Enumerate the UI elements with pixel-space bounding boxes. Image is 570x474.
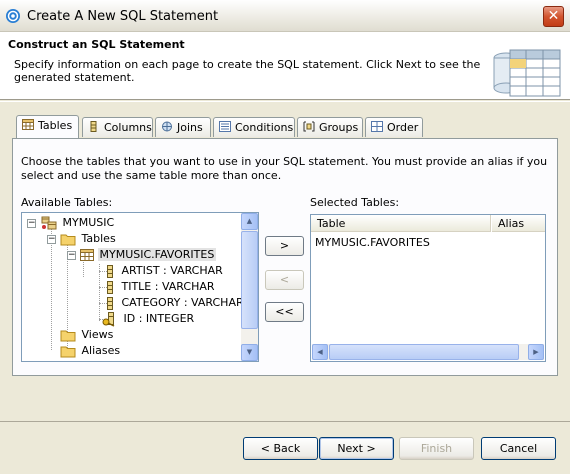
- tree-connector: [99, 264, 100, 321]
- tree-item-label: ID : INTEGER: [123, 312, 195, 325]
- tree-item-label: Aliases: [81, 344, 121, 357]
- tree-item-tables-folder[interactable]: Tables: [60, 231, 118, 247]
- collapse-toggle[interactable]: −: [47, 235, 56, 244]
- column-header-alias[interactable]: Alias: [492, 215, 545, 232]
- tab-label: Groups: [319, 121, 359, 134]
- columns-icon: [90, 121, 97, 132]
- table-icon: [22, 119, 34, 130]
- back-button[interactable]: < Back: [243, 437, 318, 460]
- header-separator: [0, 101, 570, 102]
- scroll-right-icon[interactable]: ▶: [528, 344, 544, 360]
- tree-item-category-column[interactable]: CATEGORY : VARCHAR: [104, 295, 246, 311]
- tab-label: Columns: [104, 121, 152, 134]
- key-column-icon: [102, 311, 115, 327]
- next-button[interactable]: Next >: [319, 437, 394, 460]
- tree-item-mymusic[interactable]: MYMUSIC: [41, 215, 116, 231]
- tab-groups[interactable]: Groups: [297, 117, 363, 137]
- column-header-table[interactable]: Table: [311, 215, 491, 232]
- tab-label: Joins: [177, 121, 203, 134]
- folder-icon: [60, 234, 76, 245]
- tab-columns[interactable]: Columns: [82, 117, 153, 137]
- collapse-toggle[interactable]: −: [27, 219, 36, 228]
- conditions-icon: [219, 121, 231, 132]
- tab-order[interactable]: Order: [365, 117, 423, 137]
- selected-tables-table[interactable]: Table Alias MYMUSIC.FAVORITES ◀ ▶: [310, 214, 546, 362]
- remove-table-button[interactable]: <: [265, 270, 304, 290]
- page-description: Specify information on each page to crea…: [14, 58, 481, 84]
- tree-item-title-column[interactable]: TITLE : VARCHAR: [104, 279, 217, 295]
- scroll-thumb[interactable]: [329, 344, 519, 360]
- instructions-text: Choose the tables that you want to use i…: [21, 155, 548, 182]
- database-icon: [41, 216, 57, 230]
- tree-vertical-scrollbar[interactable]: ▲ ▼: [241, 213, 258, 361]
- wizard-header: Construct an SQL Statement Specify infor…: [0, 32, 570, 100]
- available-tables-tree[interactable]: − MYMUSIC − Tables − MYMUSIC.FAVORITES A…: [21, 212, 259, 362]
- order-icon: [371, 121, 383, 132]
- finish-button[interactable]: Finish: [399, 437, 474, 460]
- add-table-button[interactable]: >: [265, 236, 304, 256]
- tree-item-label: MYMUSIC: [62, 216, 115, 229]
- tab-label: Tables: [38, 119, 73, 132]
- table-horizontal-scrollbar[interactable]: ◀ ▶: [312, 344, 544, 360]
- cancel-button[interactable]: Cancel: [481, 437, 556, 460]
- scroll-left-icon[interactable]: ◀: [312, 344, 328, 360]
- selected-tables-label: Selected Tables:: [310, 196, 400, 209]
- tree-item-label: TITLE : VARCHAR: [121, 280, 215, 293]
- table-icon: [80, 249, 94, 261]
- tree-item-label: ARTIST : VARCHAR: [121, 264, 223, 277]
- app-icon: [6, 9, 20, 23]
- tree-item-id-column[interactable]: ID : INTEGER: [102, 311, 196, 327]
- tab-label: Conditions: [235, 121, 294, 134]
- title-bar: Create A New SQL Statement ✕: [0, 0, 570, 32]
- window-title: Create A New SQL Statement: [27, 9, 219, 24]
- joins-icon: [162, 121, 172, 132]
- scroll-down-icon[interactable]: ▼: [241, 344, 258, 361]
- column-icon: [107, 264, 113, 278]
- database-table-graphic-icon: [493, 49, 561, 97]
- table-row[interactable]: MYMUSIC.FAVORITES: [315, 236, 430, 249]
- tree-item-label: CATEGORY : VARCHAR: [121, 296, 244, 309]
- tree-item-label: Views: [81, 328, 114, 341]
- footer-separator: [0, 421, 570, 422]
- folder-icon: [60, 330, 76, 341]
- column-icon: [107, 296, 113, 310]
- tab-tables[interactable]: Tables: [16, 115, 79, 138]
- folder-icon: [60, 346, 76, 357]
- remove-all-tables-button[interactable]: <<: [265, 302, 304, 322]
- tab-conditions[interactable]: Conditions: [213, 117, 295, 137]
- column-icon: [107, 280, 113, 294]
- collapse-toggle[interactable]: −: [67, 251, 76, 260]
- scroll-up-icon[interactable]: ▲: [241, 213, 258, 230]
- scroll-thumb[interactable]: [241, 231, 258, 329]
- groups-icon: [303, 121, 315, 132]
- tree-item-label: Tables: [81, 232, 116, 245]
- tree-item-views-folder[interactable]: Views: [60, 327, 115, 343]
- tree-item-label: MYMUSIC.FAVORITES: [97, 248, 217, 261]
- close-button[interactable]: ✕: [543, 6, 564, 27]
- page-title: Construct an SQL Statement: [8, 38, 185, 51]
- tab-joins[interactable]: Joins: [155, 117, 211, 137]
- tree-item-artist-column[interactable]: ARTIST : VARCHAR: [104, 263, 225, 279]
- tree-item-mymusic-favorites[interactable]: MYMUSIC.FAVORITES: [80, 247, 217, 263]
- available-tables-label: Available Tables:: [21, 196, 113, 209]
- tab-label: Order: [387, 121, 419, 134]
- tree-item-aliases-folder[interactable]: Aliases: [60, 343, 122, 359]
